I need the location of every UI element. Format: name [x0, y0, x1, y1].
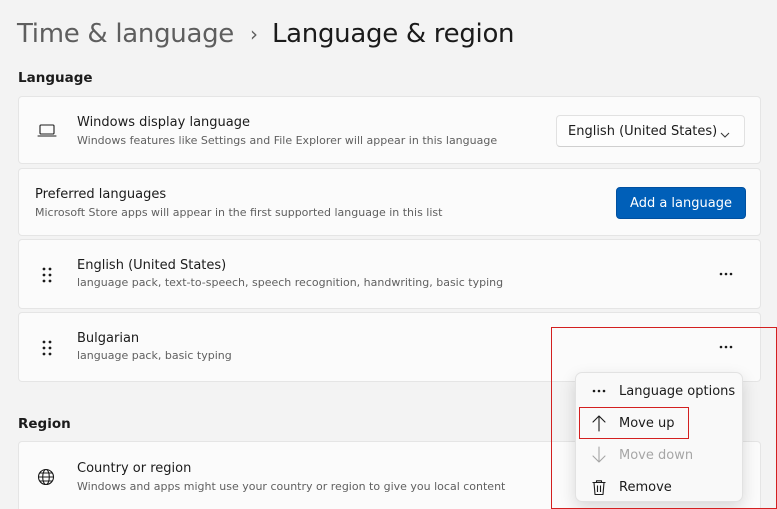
display-language-dropdown[interactable]: English (United States) — [556, 115, 745, 147]
section-title-region: Region — [18, 416, 71, 432]
chevron-down-icon — [720, 127, 730, 142]
drag-handle-icon[interactable] — [39, 339, 55, 361]
section-title-language: Language — [18, 70, 93, 86]
display-language-selected: English (United States) — [568, 123, 718, 139]
preferred-languages-subtitle: Microsoft Store apps will appear in the … — [35, 206, 443, 219]
windows-display-language-card: Windows display language Windows feature… — [18, 96, 761, 164]
breadcrumb: Time & language › Language & region — [17, 14, 515, 54]
drag-handle-icon[interactable] — [39, 266, 55, 288]
language-features-bulgarian: language pack, basic typing — [77, 349, 232, 362]
language-name-bulgarian: Bulgarian — [77, 331, 140, 346]
page-title: Language & region — [271, 19, 515, 49]
windows-display-language-subtitle: Windows features like Settings and File … — [77, 134, 498, 147]
breadcrumb-separator-icon: › — [249, 22, 258, 46]
more-horizontal-icon — [719, 272, 733, 276]
globe-icon — [37, 468, 55, 490]
windows-display-language-title: Windows display language — [77, 115, 250, 130]
preferred-languages-title: Preferred languages — [35, 187, 167, 202]
language-item-english-united-states[interactable]: English (United States) language pack, t… — [18, 239, 761, 309]
language-name-english: English (United States) — [77, 258, 227, 273]
laptop-icon — [37, 123, 57, 143]
add-language-button[interactable]: Add a language — [616, 187, 746, 219]
annotation-highlight-move-up — [579, 407, 689, 439]
more-options-button-english[interactable] — [712, 260, 740, 288]
country-or-region-title: Country or region — [77, 461, 192, 476]
preferred-languages-card: Preferred languages Microsoft Store apps… — [18, 168, 761, 236]
breadcrumb-parent-time-language[interactable]: Time & language — [17, 19, 234, 49]
country-or-region-subtitle: Windows and apps might use your country … — [77, 480, 506, 493]
language-features-english: language pack, text-to-speech, speech re… — [77, 276, 504, 289]
